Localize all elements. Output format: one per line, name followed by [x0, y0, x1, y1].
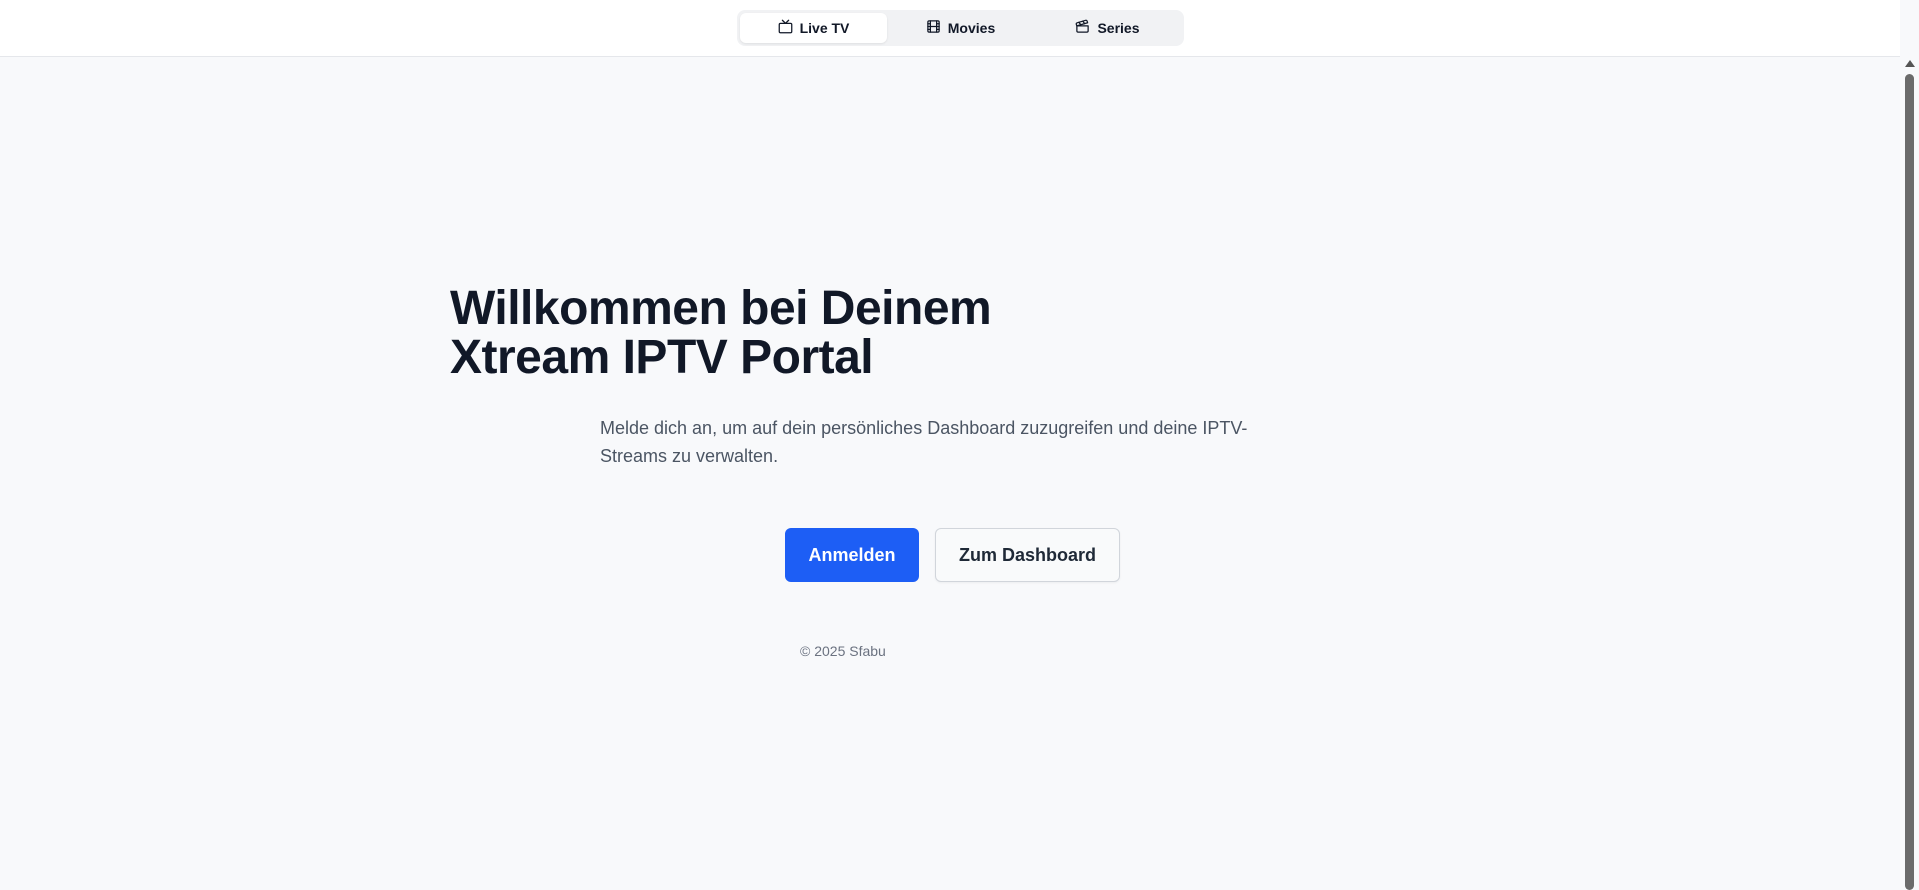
page-title: Willkommen bei Deinem Xtream IPTV Portal: [450, 284, 1450, 382]
title-line-1: Willkommen bei Deinem: [450, 282, 992, 335]
tab-movies[interactable]: Movies: [887, 13, 1034, 43]
top-nav-bar: Live TV Movies Series: [0, 0, 1900, 57]
tab-series[interactable]: Series: [1034, 13, 1181, 43]
title-line-2: Xtream IPTV Portal: [450, 331, 874, 384]
subtitle-line-1: Melde dich an, um auf dein persönliches …: [600, 418, 1248, 438]
dashboard-button[interactable]: Zum Dashboard: [935, 528, 1120, 582]
page-subtitle: Melde dich an, um auf dein persönliches …: [600, 414, 1300, 470]
footer-copyright: © 2025 Sfabu: [800, 643, 886, 659]
tv-icon: [778, 19, 793, 37]
film-icon: [926, 19, 941, 37]
tab-label: Series: [1097, 20, 1140, 36]
subtitle-line-2: Streams zu verwalten.: [600, 446, 779, 466]
media-tabs: Live TV Movies Series: [737, 10, 1184, 46]
tab-live-tv[interactable]: Live TV: [740, 13, 887, 43]
hero-section: [0, 57, 1900, 890]
tab-label: Movies: [947, 20, 996, 36]
login-button[interactable]: Anmelden: [785, 528, 919, 582]
tab-label: Live TV: [799, 20, 850, 36]
vertical-scrollbar[interactable]: [1900, 57, 1919, 890]
clapperboard-icon: [1075, 19, 1090, 37]
scrollbar-thumb[interactable]: [1905, 74, 1914, 890]
scroll-up-arrow-icon[interactable]: [1905, 60, 1915, 67]
